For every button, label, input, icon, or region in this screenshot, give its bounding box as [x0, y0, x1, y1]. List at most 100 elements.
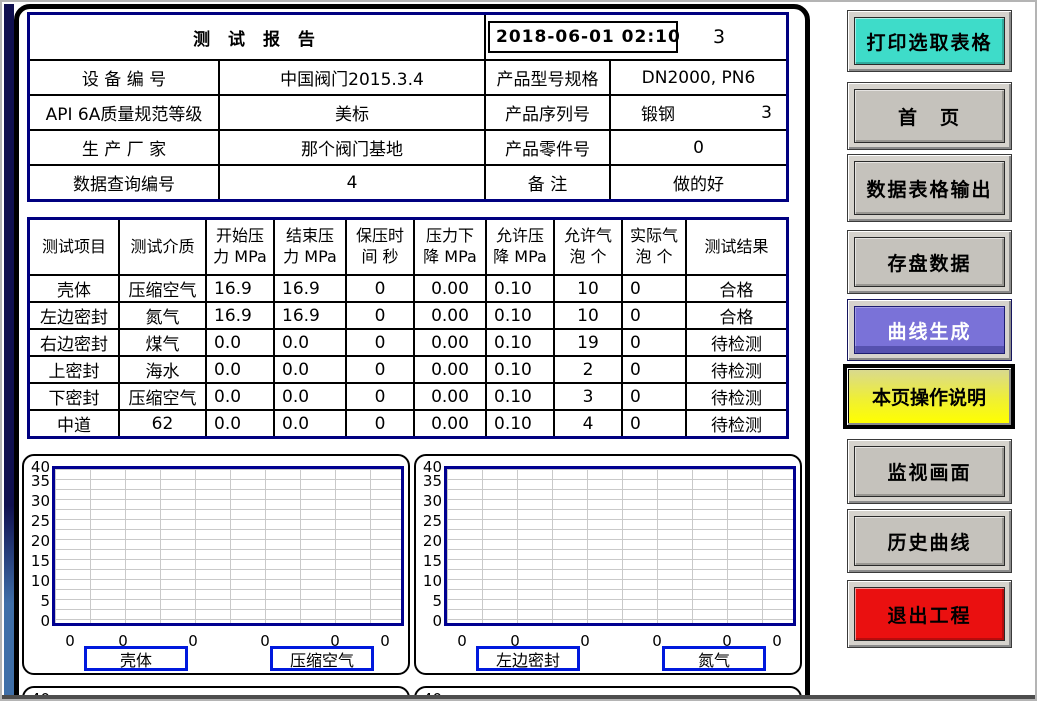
y-axis-tick: 15 — [416, 554, 442, 569]
trend-chart-panel: 4035302520151050000000壳体压缩空气 — [22, 454, 410, 675]
field-label: 设 备 编 号 — [30, 59, 218, 94]
plot-area — [52, 466, 404, 626]
table-cell: 待检测 — [685, 382, 786, 409]
table-cell: 下密封 — [30, 382, 118, 409]
table-cell: 0.0 — [205, 355, 273, 382]
field-label: 产品型号规格 — [484, 59, 609, 94]
table-cell: 待检测 — [685, 409, 786, 436]
table-cell: 0.0 — [205, 328, 273, 355]
exit-project-button[interactable]: 退出工程 — [847, 580, 1012, 648]
save-data-button[interactable]: 存盘数据 — [847, 230, 1012, 294]
table-cell: 0.0 — [205, 409, 273, 436]
y-axis-tick: 20 — [416, 534, 442, 549]
field-label: 产品序列号 — [484, 94, 609, 129]
y-axis-tick: 20 — [24, 534, 50, 549]
table-cell: 煤气 — [118, 328, 205, 355]
table-cell: 19 — [553, 328, 621, 355]
table-cell: 0 — [345, 409, 413, 436]
table-cell: 0 — [345, 328, 413, 355]
table-cell: 0.00 — [413, 274, 485, 301]
field-value: 做的好 — [609, 164, 786, 199]
field-value-text: 锻钢 — [641, 100, 675, 125]
table-cell: 0.00 — [413, 301, 485, 328]
table-cell: 0.0 — [273, 409, 345, 436]
field-value: 美标 — [218, 94, 484, 129]
column-header: 允许气 泡 个 — [553, 220, 621, 274]
table-cell: 左边密封 — [30, 301, 118, 328]
table-cell: 0 — [621, 328, 685, 355]
table-cell: 0.0 — [273, 382, 345, 409]
page-title: 测 试 报 告 — [30, 15, 484, 59]
y-axis-tick: 25 — [416, 514, 442, 529]
button-label: 数据表格输出 — [854, 161, 1005, 215]
y-axis-tick: 15 — [24, 554, 50, 569]
table-cell: 0 — [345, 274, 413, 301]
y-axis-tick: 10 — [416, 574, 442, 589]
column-header: 压力下 降 MPa — [413, 220, 485, 274]
table-cell: 待检测 — [685, 328, 786, 355]
table-cell: 0 — [621, 409, 685, 436]
field-label: 生 产 厂 家 — [30, 129, 218, 164]
table-cell: 3 — [553, 382, 621, 409]
column-header: 测试项目 — [30, 220, 118, 274]
column-header: 测试结果 — [685, 220, 786, 274]
table-cell: 0 — [621, 301, 685, 328]
field-value: 中国阀门2015.3.4 — [218, 59, 484, 94]
legend-test-medium: 压缩空气 — [270, 646, 374, 671]
field-label: 数据查询编号 — [30, 164, 218, 199]
table-cell: 10 — [553, 274, 621, 301]
datetime-display: 2018-06-01 02:10 — [488, 21, 678, 53]
table-cell: 0.00 — [413, 328, 485, 355]
report-header-table: 测 试 报 告 2018-06-01 02:10 3 设 备 编 号 中国阀门2… — [27, 12, 789, 202]
home-button[interactable]: 首 页 — [847, 82, 1012, 150]
print-select-table-button[interactable]: 打印选取表格 — [847, 10, 1012, 72]
x-axis-tick: 0 — [376, 632, 394, 650]
column-header: 保压时 间 秒 — [345, 220, 413, 274]
y-axis-tick: 35 — [416, 474, 442, 489]
table-cell: 16.9 — [205, 301, 273, 328]
table-cell: 0 — [345, 301, 413, 328]
y-axis-tick: 30 — [416, 494, 442, 509]
legend-test-item: 壳体 — [84, 646, 188, 671]
y-axis-tick: 0 — [416, 614, 442, 629]
plot-area — [444, 466, 796, 626]
column-header: 结束压 力 MPa — [273, 220, 345, 274]
y-axis-tick: 25 — [24, 514, 50, 529]
column-header: 实际气 泡 个 — [621, 220, 685, 274]
page-help-button[interactable]: 本页操作说明 — [843, 364, 1015, 429]
column-header: 开始压 力 MPa — [205, 220, 273, 274]
field-value: 4 — [218, 164, 484, 199]
field-value: 0 — [609, 129, 786, 164]
table-cell: 16.9 — [205, 274, 273, 301]
table-cell: 0.10 — [485, 328, 553, 355]
x-axis-tick: 0 — [768, 632, 786, 650]
table-cell: 0.0 — [205, 382, 273, 409]
hmi-screen: 测 试 报 告 2018-06-01 02:10 3 设 备 编 号 中国阀门2… — [0, 0, 1037, 701]
table-cell: 4 — [553, 409, 621, 436]
table-cell: 16.9 — [273, 274, 345, 301]
table-cell: 压缩空气 — [118, 382, 205, 409]
y-axis-tick: 30 — [24, 494, 50, 509]
history-curve-button[interactable]: 历史曲线 — [847, 509, 1012, 573]
table-cell: 16.9 — [273, 301, 345, 328]
table-cell: 0.10 — [485, 355, 553, 382]
field-value: 锻钢 3 — [609, 94, 786, 129]
table-cell: 右边密封 — [30, 328, 118, 355]
y-axis-tick: 10 — [24, 574, 50, 589]
trend-chart-panel: 4035302520151050000000左边密封氮气 — [414, 454, 802, 675]
data-table-output-button[interactable]: 数据表格输出 — [847, 154, 1012, 222]
table-cell: 中道 — [30, 409, 118, 436]
table-cell: 10 — [553, 301, 621, 328]
y-axis-tick: 35 — [24, 474, 50, 489]
button-label: 首 页 — [854, 89, 1005, 143]
table-cell: 上密封 — [30, 355, 118, 382]
field-label: 产品零件号 — [484, 129, 609, 164]
table-cell: 0.00 — [413, 355, 485, 382]
table-cell: 0 — [621, 355, 685, 382]
button-label: 曲线生成 — [854, 306, 1005, 354]
monitor-screen-button[interactable]: 监视画面 — [847, 439, 1012, 504]
curve-generate-button[interactable]: 曲线生成 — [847, 299, 1012, 361]
y-axis-tick: 0 — [24, 614, 50, 629]
table-cell: 2 — [553, 355, 621, 382]
field-value: 那个阀门基地 — [218, 129, 484, 164]
